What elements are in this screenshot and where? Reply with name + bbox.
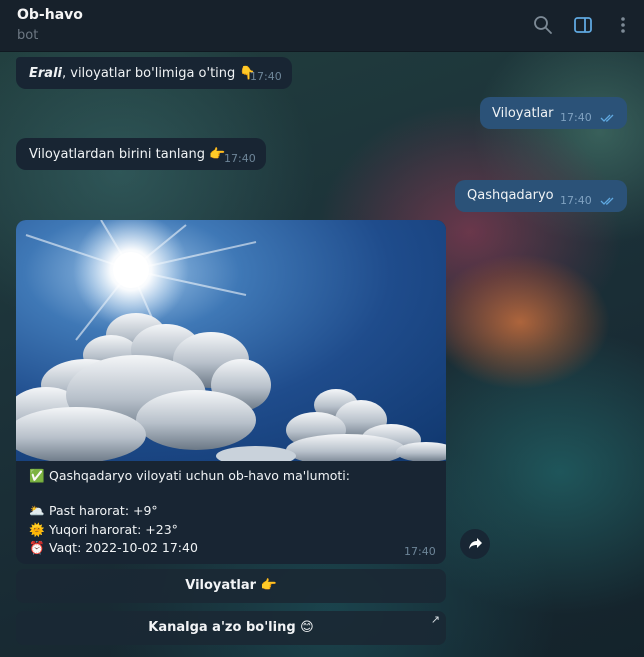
check-mark-icon: ✅ <box>29 468 45 483</box>
weather-time: ⏰ Vaqt: 2022-10-02 17:40 <box>29 540 198 555</box>
message-time: 17:40 <box>404 545 436 558</box>
message-time: 17:40 <box>560 111 592 124</box>
read-checks-icon <box>600 197 614 205</box>
weather-photo-message[interactable]: ✅ Qashqadaryo viloyati uchun ob-havo ma'l… <box>16 220 446 564</box>
sun-and-clouds-photo[interactable] <box>16 220 446 461</box>
sun-with-face-icon: 🌞 <box>29 522 45 537</box>
chat-subtitle: bot <box>17 28 39 43</box>
message-text: Viloyatlar <box>492 106 554 121</box>
message-text: Qashqadaryo <box>467 188 554 203</box>
message-text: Erali, viloyatlar bo'limiga o'ting 👇 <box>29 66 256 81</box>
external-link-arrow-icon: ↗ <box>430 613 440 626</box>
more-menu-icon[interactable] <box>612 14 634 36</box>
outgoing-message[interactable]: Qashqadaryo 17:40 <box>455 180 627 212</box>
message-time: 17:40 <box>224 152 256 165</box>
weather-low-temp: 🌥️ Past harorat: +9° <box>29 503 158 518</box>
chat-title[interactable]: Ob-havo <box>17 7 83 23</box>
alarm-clock-icon: ⏰ <box>29 540 45 555</box>
incoming-message[interactable]: Viloyatlardan birini tanlang 👉 17:40 <box>16 138 266 170</box>
outgoing-message[interactable]: Viloyatlar 17:40 <box>480 97 627 129</box>
weather-title: ✅ Qashqadaryo viloyati uchun ob-havo ma'l… <box>29 468 350 483</box>
read-checks-icon <box>600 114 614 122</box>
incoming-message[interactable]: Erali, viloyatlar bo'limiga o'ting 👇 17:… <box>16 57 292 89</box>
sidebar-toggle-icon[interactable] <box>572 14 594 36</box>
keyboard-button-viloyatlar[interactable]: Viloyatlar 👉 <box>16 569 446 603</box>
chat-header: Ob-havo bot <box>0 0 644 52</box>
sun-behind-cloud-icon: 🌥️ <box>29 503 45 518</box>
message-text: Viloyatlardan birini tanlang 👉 <box>29 147 226 162</box>
forward-icon[interactable] <box>460 529 490 559</box>
keyboard-button-subscribe-channel[interactable]: Kanalga a'zo bo'ling 😊 ↗ <box>16 611 446 645</box>
message-time: 17:40 <box>250 70 282 83</box>
weather-high-temp: 🌞 Yuqori harorat: +23° <box>29 522 178 537</box>
search-icon[interactable] <box>532 14 554 36</box>
message-time: 17:40 <box>560 194 592 207</box>
mention-name[interactable]: Erali <box>29 66 62 81</box>
